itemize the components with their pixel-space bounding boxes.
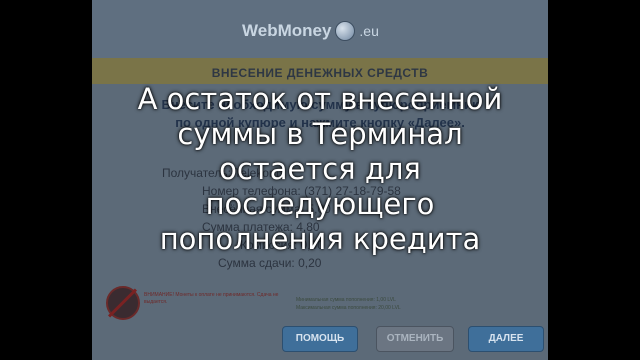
detail-row: Сумма сдачи: 0,20 — [218, 256, 321, 270]
video-frame: WebMoney .eu ВНЕСЕНИЕ ДЕНЕЖНЫХ СРЕДСТВ В… — [0, 0, 640, 360]
caption-line: последующего — [205, 187, 435, 221]
section-title: ВНЕСЕНИЕ ДЕНЕЖНЫХ СРЕДСТВ — [211, 66, 429, 80]
caption-overlay: А остаток от внесенной суммы в Терминал … — [0, 82, 640, 257]
help-button[interactable]: ПОМОЩЬ — [282, 326, 358, 352]
caption-line: остается для — [219, 152, 421, 186]
logo-tld: .eu — [359, 23, 379, 39]
warning-text: ВНИМАНИЕ! Монеты к оплате не принимаются… — [144, 292, 279, 305]
webmoney-logo: WebMoney .eu — [242, 16, 379, 46]
caption-line: пополнения кредита — [159, 222, 481, 256]
limit-min: Минимальная сумма пополнения: 1,00 LVL — [296, 297, 396, 303]
logo-text: WebMoney — [242, 21, 332, 40]
detail-label: Сумма сдачи: — [218, 256, 295, 270]
warning-area: ВНИМАНИЕ! Монеты к оплате не принимаются… — [106, 286, 546, 320]
next-button[interactable]: ДАЛЕЕ — [468, 326, 544, 352]
caption-line: суммы в Терминал — [177, 117, 463, 151]
caption-line: А остаток от внесенной — [137, 82, 503, 116]
no-coins-icon — [106, 286, 140, 320]
terminal-header: WebMoney .eu — [92, 0, 548, 58]
globe-icon — [335, 21, 356, 41]
cancel-button[interactable]: ОТМЕНИТЬ — [376, 326, 454, 352]
limit-max: Максимальная сумма пополнения: 20,00 LVL — [296, 305, 401, 311]
detail-value: 0,20 — [298, 256, 322, 270]
limits-info: Минимальная сумма пополнения: 1,00 LVL М… — [296, 296, 496, 312]
